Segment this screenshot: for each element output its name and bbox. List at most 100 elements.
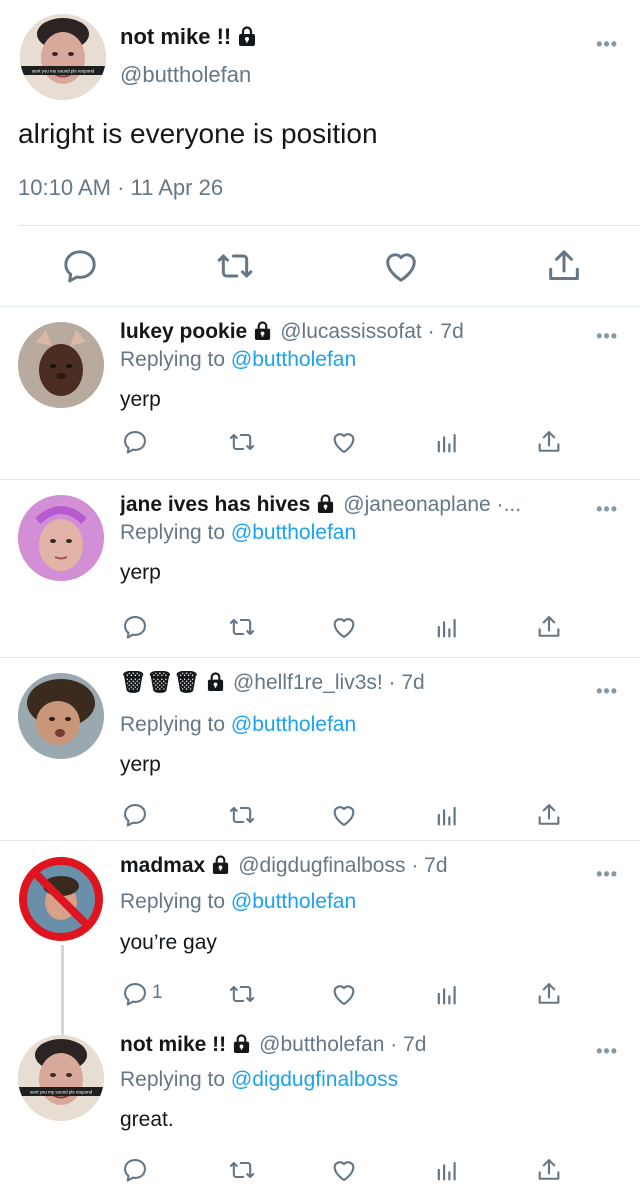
username[interactable]: @hellf1re_liv3s! · 7d <box>233 671 425 694</box>
replying-to: Replying to @buttholefan <box>120 890 357 913</box>
analytics-icon[interactable] <box>433 1156 461 1184</box>
tweet-actions <box>0 613 640 643</box>
mention-link[interactable]: @buttholefan <box>231 713 356 736</box>
username[interactable]: @lucassissofat · 7d <box>280 320 464 343</box>
like-icon[interactable] <box>381 246 421 286</box>
avatar-photo <box>18 322 104 408</box>
more-icon[interactable]: ••• <box>596 1041 618 1062</box>
like-icon[interactable] <box>330 1156 358 1184</box>
reply-header: lukey pookie @lucassissofat · 7d <box>120 320 590 344</box>
reply-icon[interactable] <box>60 246 100 286</box>
retweet-icon[interactable] <box>228 980 256 1008</box>
mention-link[interactable]: @buttholefan <box>231 521 356 544</box>
display-name[interactable]: 🗑🗑🗑 <box>120 671 200 694</box>
retweet-icon[interactable] <box>228 428 256 456</box>
username[interactable]: @buttholefan <box>120 62 251 88</box>
tweet-timestamp[interactable]: 10:10 AM · 11 Apr 26 <box>18 175 223 201</box>
reply-tweet[interactable]: sent you my sound pls respond not mike !… <box>0 1021 640 1200</box>
like-icon[interactable] <box>330 801 358 829</box>
lock-icon <box>316 493 335 514</box>
username[interactable]: @buttholefan · 7d <box>259 1033 426 1056</box>
lock-icon <box>232 1033 251 1054</box>
tweet-text: you’re gay <box>120 931 217 954</box>
like-icon[interactable] <box>330 980 358 1008</box>
replying-to: Replying to @buttholefan <box>120 348 357 371</box>
reply-tweet[interactable]: 🗑🗑🗑 @hellf1re_liv3s! · 7d ••• Replying to… <box>0 659 640 841</box>
analytics-icon[interactable] <box>433 801 461 829</box>
avatar[interactable]: sent you my sound pls respond <box>18 1035 104 1121</box>
replying-to: Replying to @buttholefan <box>120 521 357 544</box>
mention-link[interactable]: @buttholefan <box>231 890 356 913</box>
share-icon[interactable] <box>535 980 563 1008</box>
retweet-icon[interactable] <box>228 613 256 641</box>
reply-icon[interactable] <box>121 1156 149 1184</box>
avatar[interactable] <box>18 673 104 759</box>
divider <box>18 225 640 226</box>
avatar-photo <box>18 673 104 759</box>
reply-tweet[interactable]: jane ives has hives @janeonaplane ·... ••… <box>0 481 640 658</box>
tweet-text: alright is everyone is position <box>18 118 378 149</box>
username[interactable]: @digdugfinalboss · 7d <box>238 854 447 877</box>
tweet-actions <box>0 246 640 286</box>
reply-icon[interactable] <box>121 801 149 829</box>
like-icon[interactable] <box>330 613 358 641</box>
reply-tweet[interactable]: lukey pookie @lucassissofat · 7d ••• Repl… <box>0 308 640 480</box>
mention-link[interactable]: @buttholefan <box>231 348 356 371</box>
avatar[interactable] <box>18 322 104 408</box>
reply-header: 🗑🗑🗑 @hellf1re_liv3s! · 7d <box>120 671 590 695</box>
avatar[interactable] <box>18 856 104 942</box>
avatar-photo: sent you my sound pls respond <box>20 14 106 100</box>
analytics-icon[interactable] <box>433 980 461 1008</box>
reply-tweet[interactable]: madmax @digdugfinalboss · 7d ••• Replying… <box>0 842 640 1020</box>
display-name[interactable]: lukey pookie <box>120 320 247 343</box>
more-icon[interactable]: ••• <box>596 499 618 520</box>
main-tweet: sent you my sound pls respond not mike !… <box>0 0 640 307</box>
like-icon[interactable] <box>330 428 358 456</box>
avatar[interactable] <box>18 495 104 581</box>
tweet-text: yerp <box>120 753 161 776</box>
replying-to: Replying to @buttholefan <box>120 713 357 736</box>
share-icon[interactable] <box>544 246 584 286</box>
more-icon[interactable]: ••• <box>596 864 618 885</box>
reply-icon[interactable] <box>121 613 149 641</box>
share-icon[interactable] <box>535 1156 563 1184</box>
share-icon[interactable] <box>535 613 563 641</box>
avatar-photo <box>18 495 104 581</box>
replying-to: Replying to @digdugfinalboss <box>120 1068 399 1091</box>
username[interactable]: @janeonaplane ·... <box>343 493 521 516</box>
reply-header: madmax @digdugfinalboss · 7d <box>120 854 590 878</box>
reply-count: 1 <box>152 982 163 1003</box>
lock-icon <box>253 320 272 341</box>
reply-icon[interactable] <box>121 428 149 456</box>
avatar-photo <box>18 856 104 942</box>
retweet-icon[interactable] <box>215 246 255 286</box>
more-icon[interactable]: ••• <box>596 681 618 702</box>
tweet-actions <box>0 801 640 831</box>
avatar-caption: sent you my sound pls respond <box>30 1090 93 1095</box>
retweet-icon[interactable] <box>228 1156 256 1184</box>
lock-icon <box>237 25 257 47</box>
retweet-icon[interactable] <box>228 801 256 829</box>
tweet-text: yerp <box>120 388 161 411</box>
display-name[interactable]: not mike !! <box>120 24 257 50</box>
display-name[interactable]: not mike !! <box>120 1033 226 1056</box>
reply-icon[interactable] <box>121 980 149 1008</box>
avatar[interactable]: sent you my sound pls respond <box>20 14 106 100</box>
tweet-actions: 1 <box>0 980 640 1010</box>
more-icon[interactable]: ••• <box>596 34 618 55</box>
analytics-icon[interactable] <box>433 428 461 456</box>
avatar-caption: sent you my sound pls respond <box>32 69 95 74</box>
tweet-text: great. <box>120 1108 174 1131</box>
tweet-actions <box>0 1156 640 1186</box>
tweet-text: yerp <box>120 561 161 584</box>
mention-link[interactable]: @digdugfinalboss <box>231 1068 398 1091</box>
analytics-icon[interactable] <box>433 613 461 641</box>
more-icon[interactable]: ••• <box>596 326 618 347</box>
display-name[interactable]: madmax <box>120 854 205 877</box>
share-icon[interactable] <box>535 801 563 829</box>
tweet-actions <box>0 428 640 458</box>
display-name[interactable]: jane ives has hives <box>120 493 310 516</box>
avatar-photo: sent you my sound pls respond <box>18 1035 104 1121</box>
lock-icon <box>206 671 225 692</box>
share-icon[interactable] <box>535 428 563 456</box>
